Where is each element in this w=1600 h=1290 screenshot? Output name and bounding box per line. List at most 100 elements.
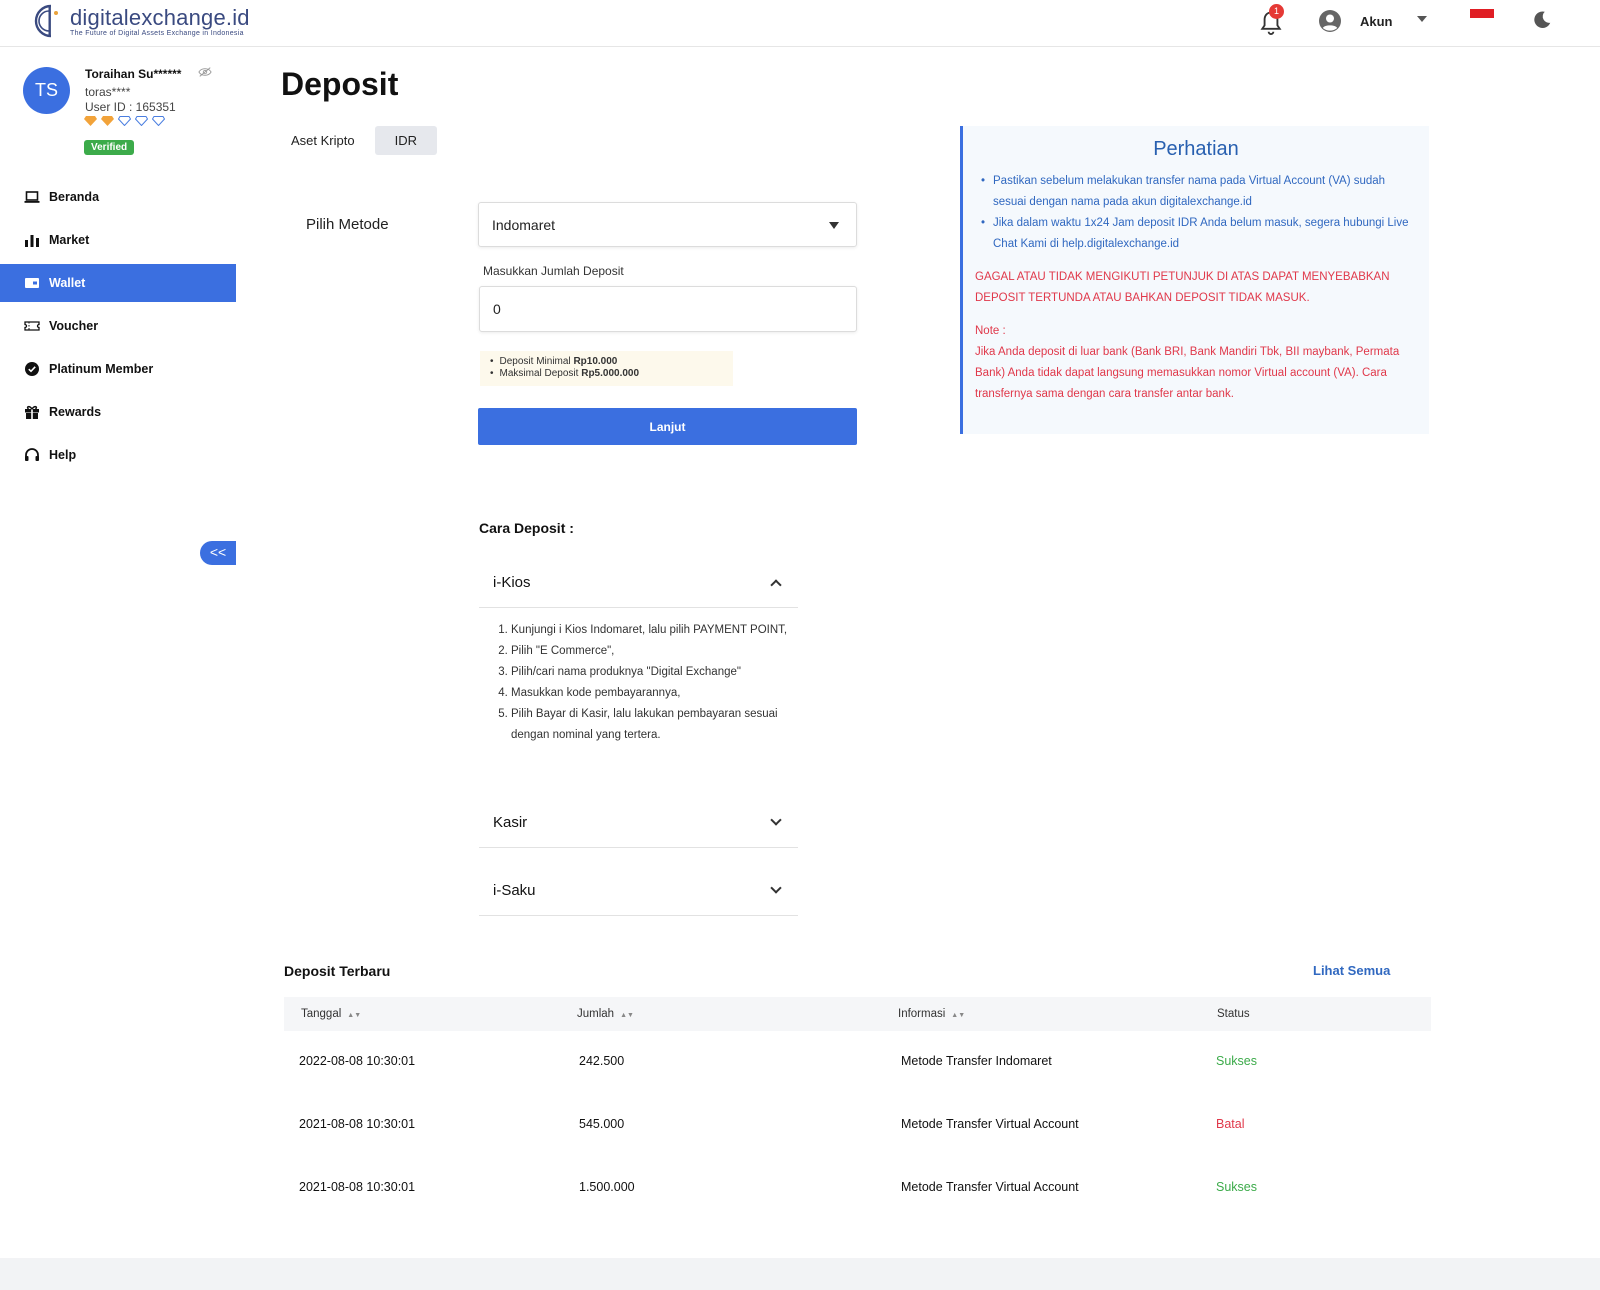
cell-status: Batal [1216,1117,1245,1131]
cell-info: Metode Transfer Indomaret [901,1054,1052,1068]
column-header-label: Tanggal [301,1008,342,1020]
guide-step: Pilih "E Commerce", [511,641,796,662]
cell-date: 2021-08-08 10:30:01 [299,1117,416,1131]
chevron-down-icon [770,882,782,894]
brand-logo[interactable]: digitalexchange.id The Future of Digital… [34,3,250,39]
cell-amount: 545.000 [579,1117,625,1131]
tier-gems [84,116,165,126]
guide-step: Pilih/cari nama produknya "Digital Excha… [511,662,796,683]
tab-aset-kripto[interactable]: Aset Kripto [281,126,365,155]
column-header-label: Jumlah [577,1008,615,1020]
guide-step: Masukkan kode pembayarannya, [511,683,796,704]
accordion-label: i-Kios [493,573,531,591]
cell-status: Sukses [1216,1180,1257,1194]
sidebar-item-market[interactable]: Market [0,221,236,259]
ticket-icon [24,321,40,331]
caret-down-icon [829,222,839,229]
footer [0,1258,1600,1290]
badge-check-icon [25,362,39,376]
user-id: User ID : 165351 [85,100,176,114]
table-row: 2021-08-08 10:30:01 1.500.000 Metode Tra… [284,1180,1431,1242]
sidebar-collapse-button[interactable]: << [200,541,236,565]
notice-bullet: Pastikan sebelum melakukan transfer nama… [981,171,1417,213]
max-deposit: Maksimal Deposit Rp5.000.000 [490,368,723,380]
logo-mark-icon [34,4,58,38]
min-deposit-value: Rp10.000 [573,356,618,367]
asset-tabs: Aset Kripto IDR [281,126,437,155]
accordion-header[interactable]: i-Kios [479,557,798,607]
max-deposit-label: Maksimal Deposit [499,368,579,379]
chevron-down-icon [770,814,782,826]
indonesia-flag-icon[interactable] [1470,9,1494,18]
guide-title: Cara Deposit : [479,520,574,536]
column-header-status: Status [1217,1008,1250,1020]
accordion-label: Kasir [493,813,528,831]
eye-off-icon[interactable] [198,66,212,78]
user-handle: toras**** [85,85,131,99]
continue-button[interactable]: Lanjut [478,408,857,445]
sidebar-item-label: Rewards [49,405,102,419]
sidebar-nav: Beranda Market Wallet Voucher Platinum M… [0,178,236,479]
accordion-kasir[interactable]: Kasir [479,797,798,848]
accordion-header[interactable]: i-Saku [479,865,798,915]
gem-icon [118,116,131,126]
sidebar-item-beranda[interactable]: Beranda [0,178,236,216]
sidebar-item-help[interactable]: Help [0,436,236,474]
cell-status: Sukses [1216,1054,1257,1068]
accordion-i-kios[interactable]: i-Kios [479,557,798,608]
amount-input[interactable] [479,286,857,332]
sidebar-item-label: Voucher [49,319,99,333]
sidebar-item-label: Help [49,448,77,462]
table-header: Tanggal ▲▼ Jumlah ▲▼ Informasi ▲▼ Status [284,997,1431,1031]
notice-list: Pastikan sebelum melakukan transfer nama… [975,171,1417,255]
sort-icon: ▲▼ [347,1012,362,1019]
top-bar: digitalexchange.id The Future of Digital… [0,0,1600,47]
gem-icon [152,116,165,126]
brand-tagline: The Future of Digital Assets Exchange in… [70,29,244,37]
user-name: Toraihan Su****** [85,67,182,81]
avatar[interactable]: TS [23,67,70,114]
accordion-i-saku[interactable]: i-Saku [479,865,798,916]
tab-idr[interactable]: IDR [374,126,437,155]
guide-step: Pilih Bayar di Kasir, lalu lakukan pemba… [511,704,796,746]
sidebar-item-platinum-member[interactable]: Platinum Member [0,350,236,388]
column-header-informasi[interactable]: Informasi ▲▼ [898,1008,965,1020]
method-select-value: Indomaret [492,216,556,233]
method-select[interactable]: Indomaret [478,202,857,247]
sidebar-item-label: Market [49,233,90,247]
cell-info: Metode Transfer Virtual Account [901,1180,1079,1194]
page-title: Deposit [281,66,399,102]
headset-icon [25,448,39,461]
account-menu[interactable]: Akun [1318,9,1393,33]
min-deposit-label: Deposit Minimal [499,356,571,367]
cell-date: 2022-08-08 10:30:01 [299,1054,416,1068]
cell-amount: 242.500 [579,1054,625,1068]
cell-date: 2021-08-08 10:30:01 [299,1180,416,1194]
chevron-up-icon [770,579,782,591]
see-all-link[interactable]: Lihat Semua [1313,963,1390,978]
table-row: 2021-08-08 10:30:01 545.000 Metode Trans… [284,1117,1431,1179]
deposit-limits: Deposit Minimal Rp10.000 Maksimal Deposi… [480,351,733,386]
cell-amount: 1.500.000 [579,1180,635,1194]
sort-icon: ▲▼ [951,1012,966,1019]
account-label: Akun [1360,13,1393,29]
accordion-label: i-Saku [493,881,536,899]
moon-icon[interactable] [1531,9,1553,31]
column-header-tanggal[interactable]: Tanggal ▲▼ [301,1008,361,1020]
guide-step: Kunjungi i Kios Indomaret, lalu pilih PA… [511,620,796,641]
amount-label: Masukkan Jumlah Deposit [483,264,624,278]
sidebar-item-voucher[interactable]: Voucher [0,307,236,345]
min-deposit: Deposit Minimal Rp10.000 [490,356,723,368]
note-body: Jika Anda deposit di luar bank (Bank BRI… [975,346,1400,400]
sidebar-item-wallet[interactable]: Wallet [0,264,236,302]
caret-down-icon[interactable] [1417,16,1427,22]
column-header-jumlah[interactable]: Jumlah ▲▼ [577,1008,634,1020]
max-deposit-value: Rp5.000.000 [581,368,640,379]
verified-badge: Verified [84,140,135,155]
recent-deposits-title: Deposit Terbaru [284,963,391,979]
accordion-header[interactable]: Kasir [479,797,798,847]
sidebar-item-rewards[interactable]: Rewards [0,393,236,431]
column-header-label: Status [1217,1008,1250,1020]
guide-steps: Kunjungi i Kios Indomaret, lalu pilih PA… [496,620,796,746]
gem-icon [84,116,97,126]
